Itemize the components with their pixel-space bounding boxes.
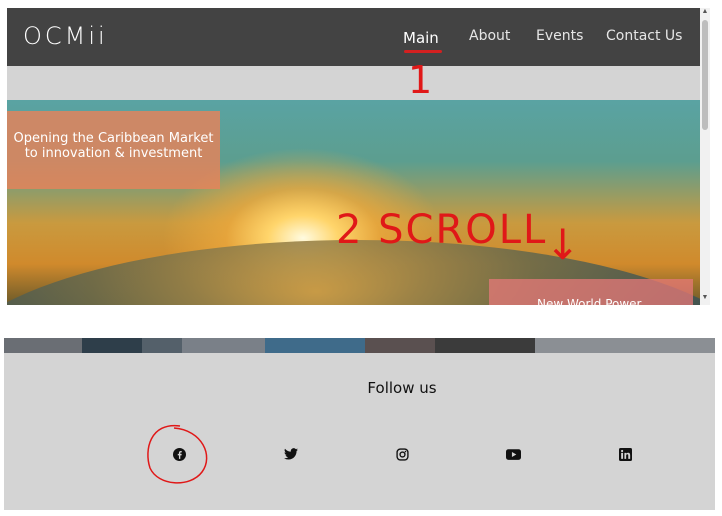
scroll-thumb[interactable] — [702, 20, 708, 130]
scroll-up-arrow-icon[interactable]: ▲ — [701, 8, 709, 15]
top-browser-view: OCMii Main About Events Contact Us Openi… — [7, 8, 710, 305]
strip-image-2 — [82, 338, 142, 353]
instagram-icon[interactable] — [394, 446, 410, 462]
twitter-icon[interactable] — [283, 446, 299, 462]
scroll-down-arrow-icon[interactable]: ▼ — [701, 294, 709, 301]
bottom-browser-view: Follow us — [4, 338, 715, 510]
strip-image-6 — [365, 338, 435, 353]
annotation-step-1: 1 — [408, 58, 433, 102]
nav-about[interactable]: About — [469, 28, 510, 44]
youtube-icon[interactable] — [505, 446, 521, 462]
hero-banner: Opening the Caribbean Market to innovati… — [7, 100, 700, 305]
site-logo[interactable]: OCMii — [23, 22, 108, 50]
navbar: OCMii Main About Events Contact Us — [7, 8, 700, 66]
vertical-scrollbar[interactable]: ▲ ▼ — [700, 8, 710, 305]
annotation-arrow: ↓ — [545, 220, 581, 269]
strip-image-3 — [142, 338, 182, 353]
linkedin-icon[interactable] — [617, 446, 633, 462]
hero-secondary-card[interactable]: New World Power... — [489, 279, 693, 305]
hero-tagline-card: Opening the Caribbean Market to innovati… — [7, 111, 220, 189]
annotation-step-2-scroll: 2 SCROLL — [336, 207, 548, 253]
strip-image-4 — [182, 338, 265, 353]
strip-image-7 — [435, 338, 535, 353]
follow-us-heading: Follow us — [367, 379, 437, 397]
nav-contact-us[interactable]: Contact Us — [606, 28, 682, 44]
strip-image-5 — [265, 338, 365, 353]
strip-image-8 — [535, 338, 715, 353]
nav-events[interactable]: Events — [536, 28, 583, 44]
nav-main[interactable]: Main — [403, 29, 439, 47]
annotation-circle — [147, 425, 208, 484]
nav-active-underline — [404, 50, 442, 53]
image-strip — [4, 338, 715, 353]
hero-tagline-line2: to innovation & investment — [24, 146, 203, 161]
screenshot-canvas: OCMii Main About Events Contact Us Openi… — [0, 0, 722, 516]
strip-image-1 — [4, 338, 82, 353]
hero-tagline-line1: Opening the Caribbean Market — [13, 131, 214, 146]
